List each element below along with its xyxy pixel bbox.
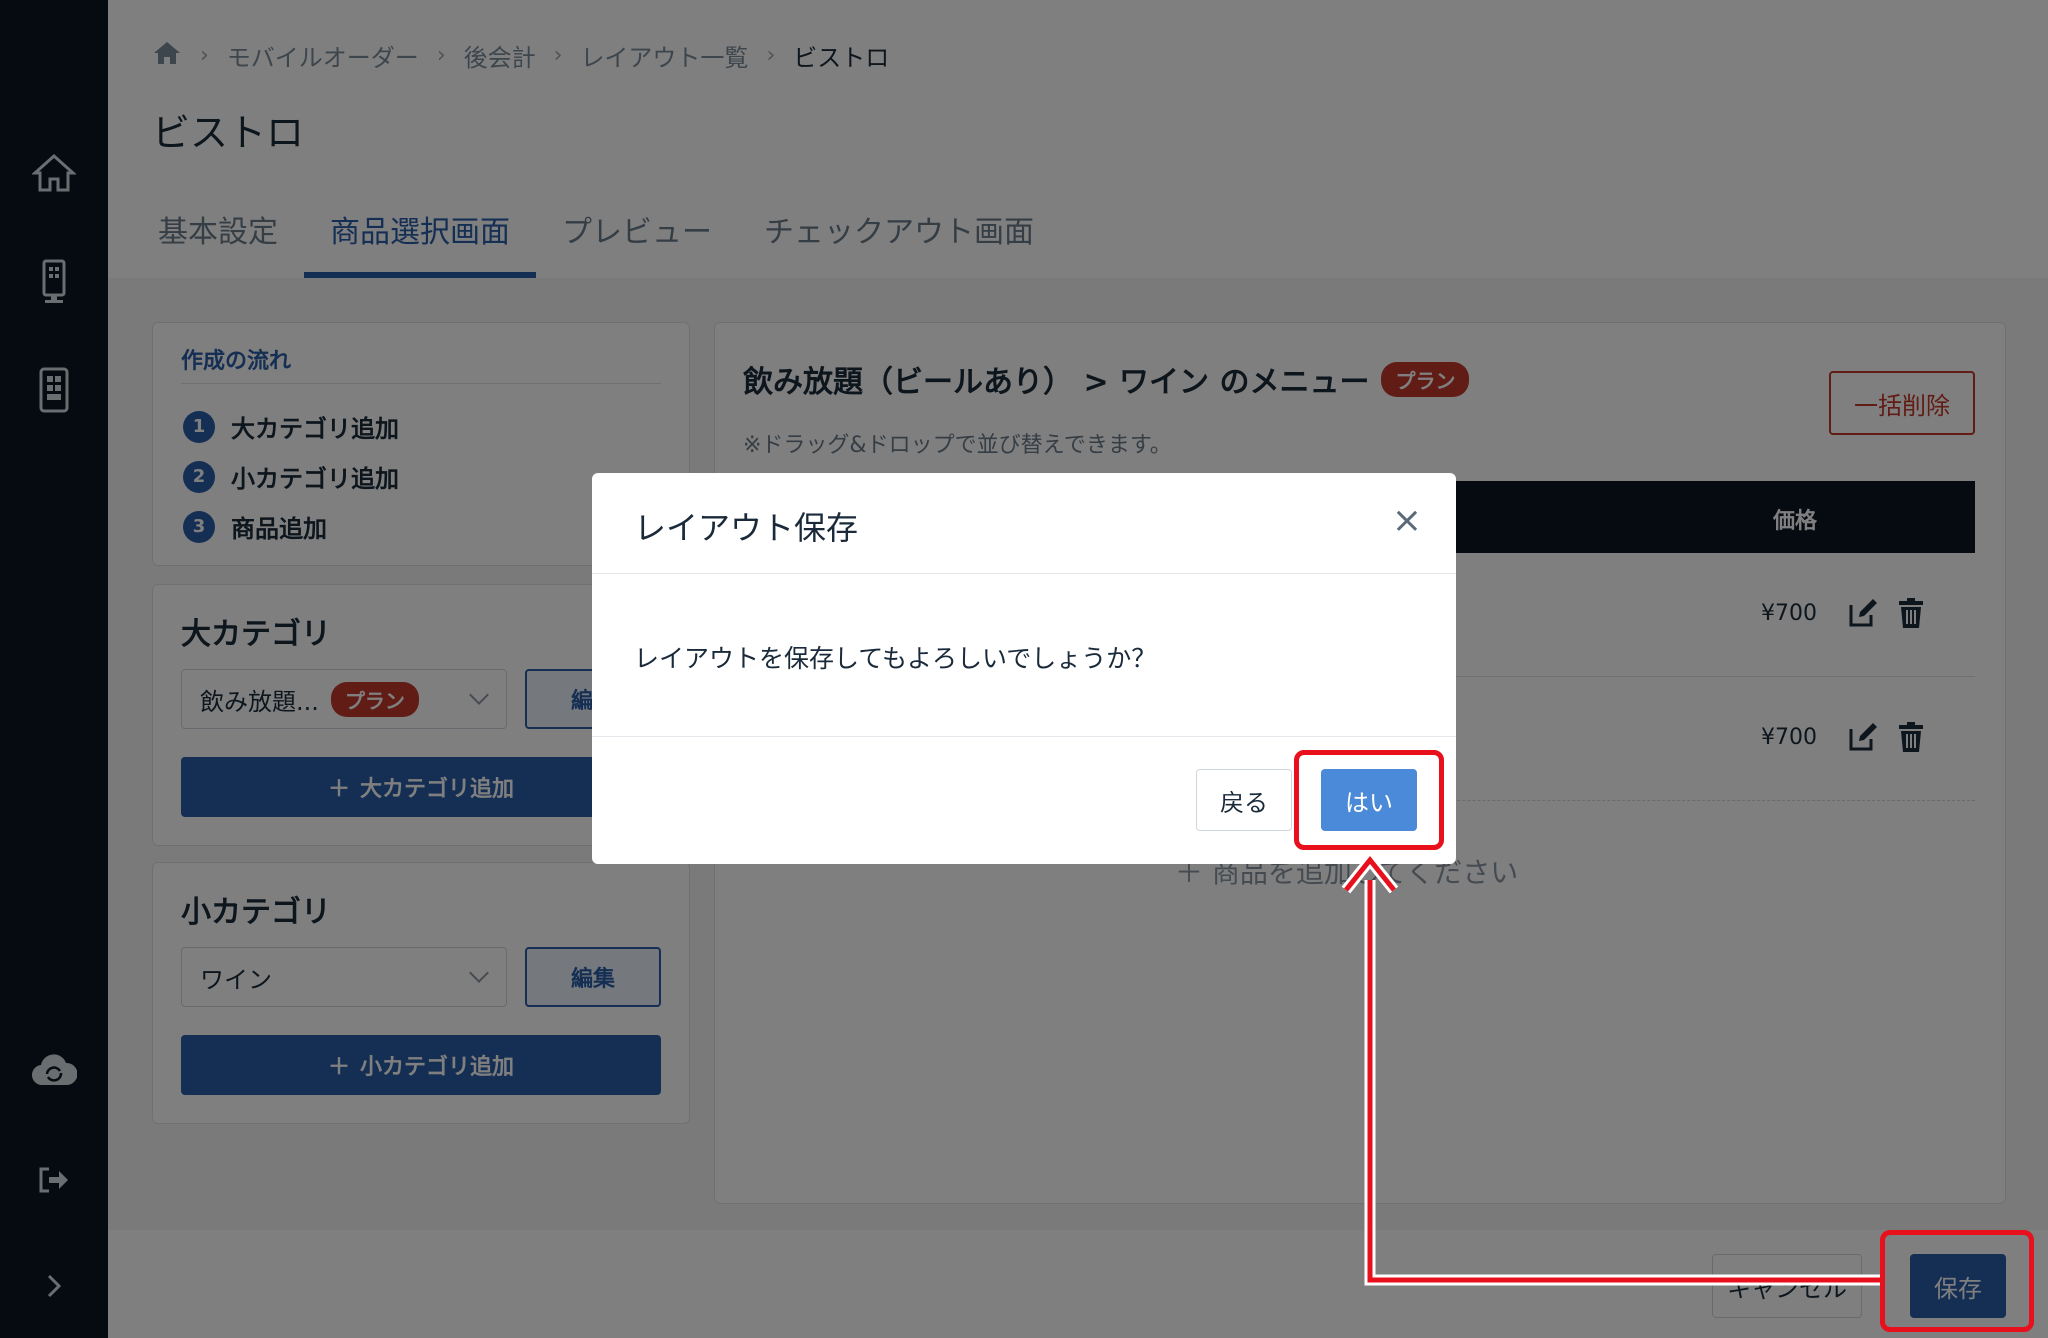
annotation-arrow — [1341, 851, 1880, 1286]
